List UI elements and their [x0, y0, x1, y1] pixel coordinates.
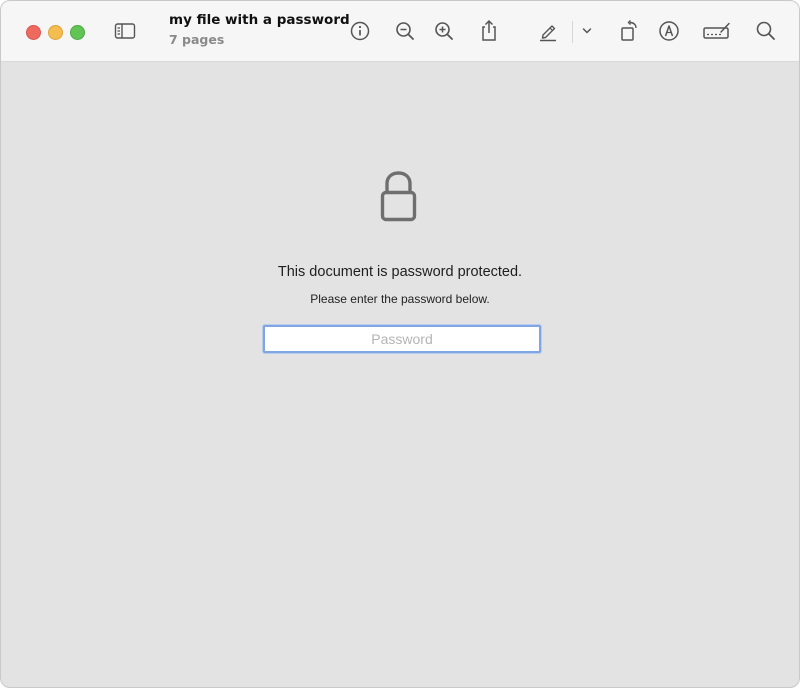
- markup-icon: [659, 21, 679, 41]
- highlight-button[interactable]: [534, 17, 562, 45]
- page-count: 7 pages: [169, 32, 225, 47]
- preview-window: my file with a password 7 pages This doc…: [0, 0, 800, 688]
- share-button[interactable]: [475, 17, 503, 45]
- sidebar-toggle-button[interactable]: [111, 17, 139, 45]
- markup-button[interactable]: [655, 17, 683, 45]
- signature-button[interactable]: [701, 17, 733, 45]
- password-field[interactable]: [263, 325, 541, 353]
- protected-message: This document is password protected.: [277, 264, 523, 280]
- zoom-window-button[interactable]: [70, 25, 85, 40]
- close-window-button[interactable]: [26, 25, 41, 40]
- share-icon: [482, 19, 496, 41]
- zoom-in-icon: [435, 22, 453, 40]
- highlight-pen-icon: [540, 25, 556, 42]
- signature-icon: [703, 22, 730, 39]
- toolbar-divider: [572, 21, 573, 43]
- lock-icon: [380, 171, 417, 222]
- zoom-in-button[interactable]: [430, 17, 458, 45]
- info-button[interactable]: [346, 17, 374, 45]
- search-icon: [756, 21, 775, 40]
- info-icon: [350, 21, 370, 41]
- minimize-window-button[interactable]: [48, 25, 63, 40]
- sidebar-icon: [114, 23, 136, 39]
- title-bar: my file with a password 7 pages: [1, 1, 799, 62]
- zoom-out-button[interactable]: [391, 17, 419, 45]
- zoom-out-icon: [396, 22, 414, 40]
- rotate-icon: [621, 20, 637, 41]
- document-area: This document is password protected. Ple…: [1, 62, 799, 687]
- password-instruction: Please enter the password below.: [310, 292, 490, 306]
- highlight-options-button[interactable]: [574, 17, 600, 45]
- rotate-button[interactable]: [615, 17, 643, 45]
- chevron-down-icon: [582, 28, 592, 34]
- search-button[interactable]: [752, 17, 780, 45]
- document-title: my file with a password: [169, 12, 350, 28]
